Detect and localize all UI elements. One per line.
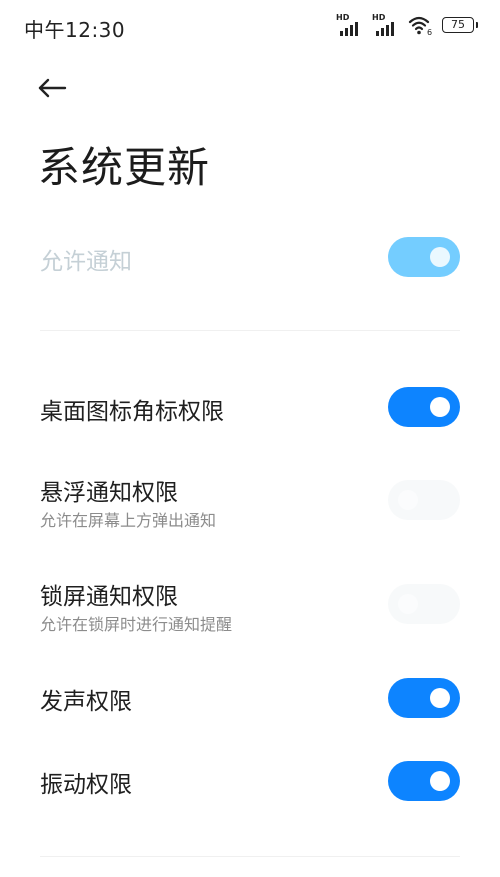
setting-row-sound[interactable]: 发声权限 (0, 678, 500, 720)
setting-title: 发声权限 (40, 689, 132, 715)
setting-subtitle: 允许在锁屏时进行通知提醒 (40, 615, 233, 634)
status-bar: 中午12:30 HD HD 6 75 (0, 0, 500, 56)
signal-icon: HD (372, 14, 400, 36)
toggle-knob (430, 688, 450, 708)
allow-notifications-label: 允许通知 (40, 249, 132, 275)
floating-notification-toggle[interactable] (388, 480, 460, 520)
wifi-icon: 6 (408, 16, 432, 36)
lockscreen-notification-toggle[interactable] (388, 584, 460, 624)
arrow-left-icon (38, 78, 67, 98)
section-divider (40, 330, 460, 331)
back-button[interactable] (30, 66, 74, 110)
setting-title: 桌面图标角标权限 (40, 399, 224, 425)
setting-row-vibration[interactable]: 振动权限 (0, 761, 500, 803)
battery-level: 75 (451, 18, 465, 31)
setting-row-floating[interactable]: 悬浮通知权限 允许在屏幕上方弹出通知 (0, 472, 500, 532)
setting-row-lockscreen[interactable]: 锁屏通知权限 允许在锁屏时进行通知提醒 (0, 576, 500, 636)
signal-hd-badge: HD (372, 13, 386, 22)
sound-permission-toggle[interactable] (388, 678, 460, 718)
toggle-knob (430, 247, 450, 267)
toggle-knob (430, 397, 450, 417)
page-title: 系统更新 (38, 143, 211, 192)
toggle-knob (398, 490, 418, 510)
toggle-knob (430, 771, 450, 791)
setting-title: 锁屏通知权限 (40, 584, 178, 610)
status-time: 中午12:30 (24, 18, 126, 42)
setting-row-badge[interactable]: 桌面图标角标权限 (0, 386, 500, 428)
setting-title: 振动权限 (40, 772, 132, 798)
allow-notifications-row[interactable]: 允许通知 (0, 236, 500, 278)
section-divider (40, 856, 460, 857)
setting-title: 悬浮通知权限 (40, 480, 178, 506)
vibration-permission-toggle[interactable] (388, 761, 460, 801)
signal-icon: HD (336, 14, 364, 36)
toggle-knob (398, 594, 418, 614)
setting-subtitle: 允许在屏幕上方弹出通知 (40, 511, 217, 530)
status-icons: HD HD 6 75 (336, 14, 478, 36)
app-screen: 中午12:30 HD HD 6 75 系统更新 允许通知 桌面图标角标权限 悬浮… (0, 0, 500, 877)
badge-permission-toggle[interactable] (388, 387, 460, 427)
allow-notifications-toggle[interactable] (388, 237, 460, 277)
signal-hd-badge: HD (336, 13, 350, 22)
wifi-6-badge: 6 (427, 28, 432, 36)
battery-icon: 75 (442, 17, 478, 33)
